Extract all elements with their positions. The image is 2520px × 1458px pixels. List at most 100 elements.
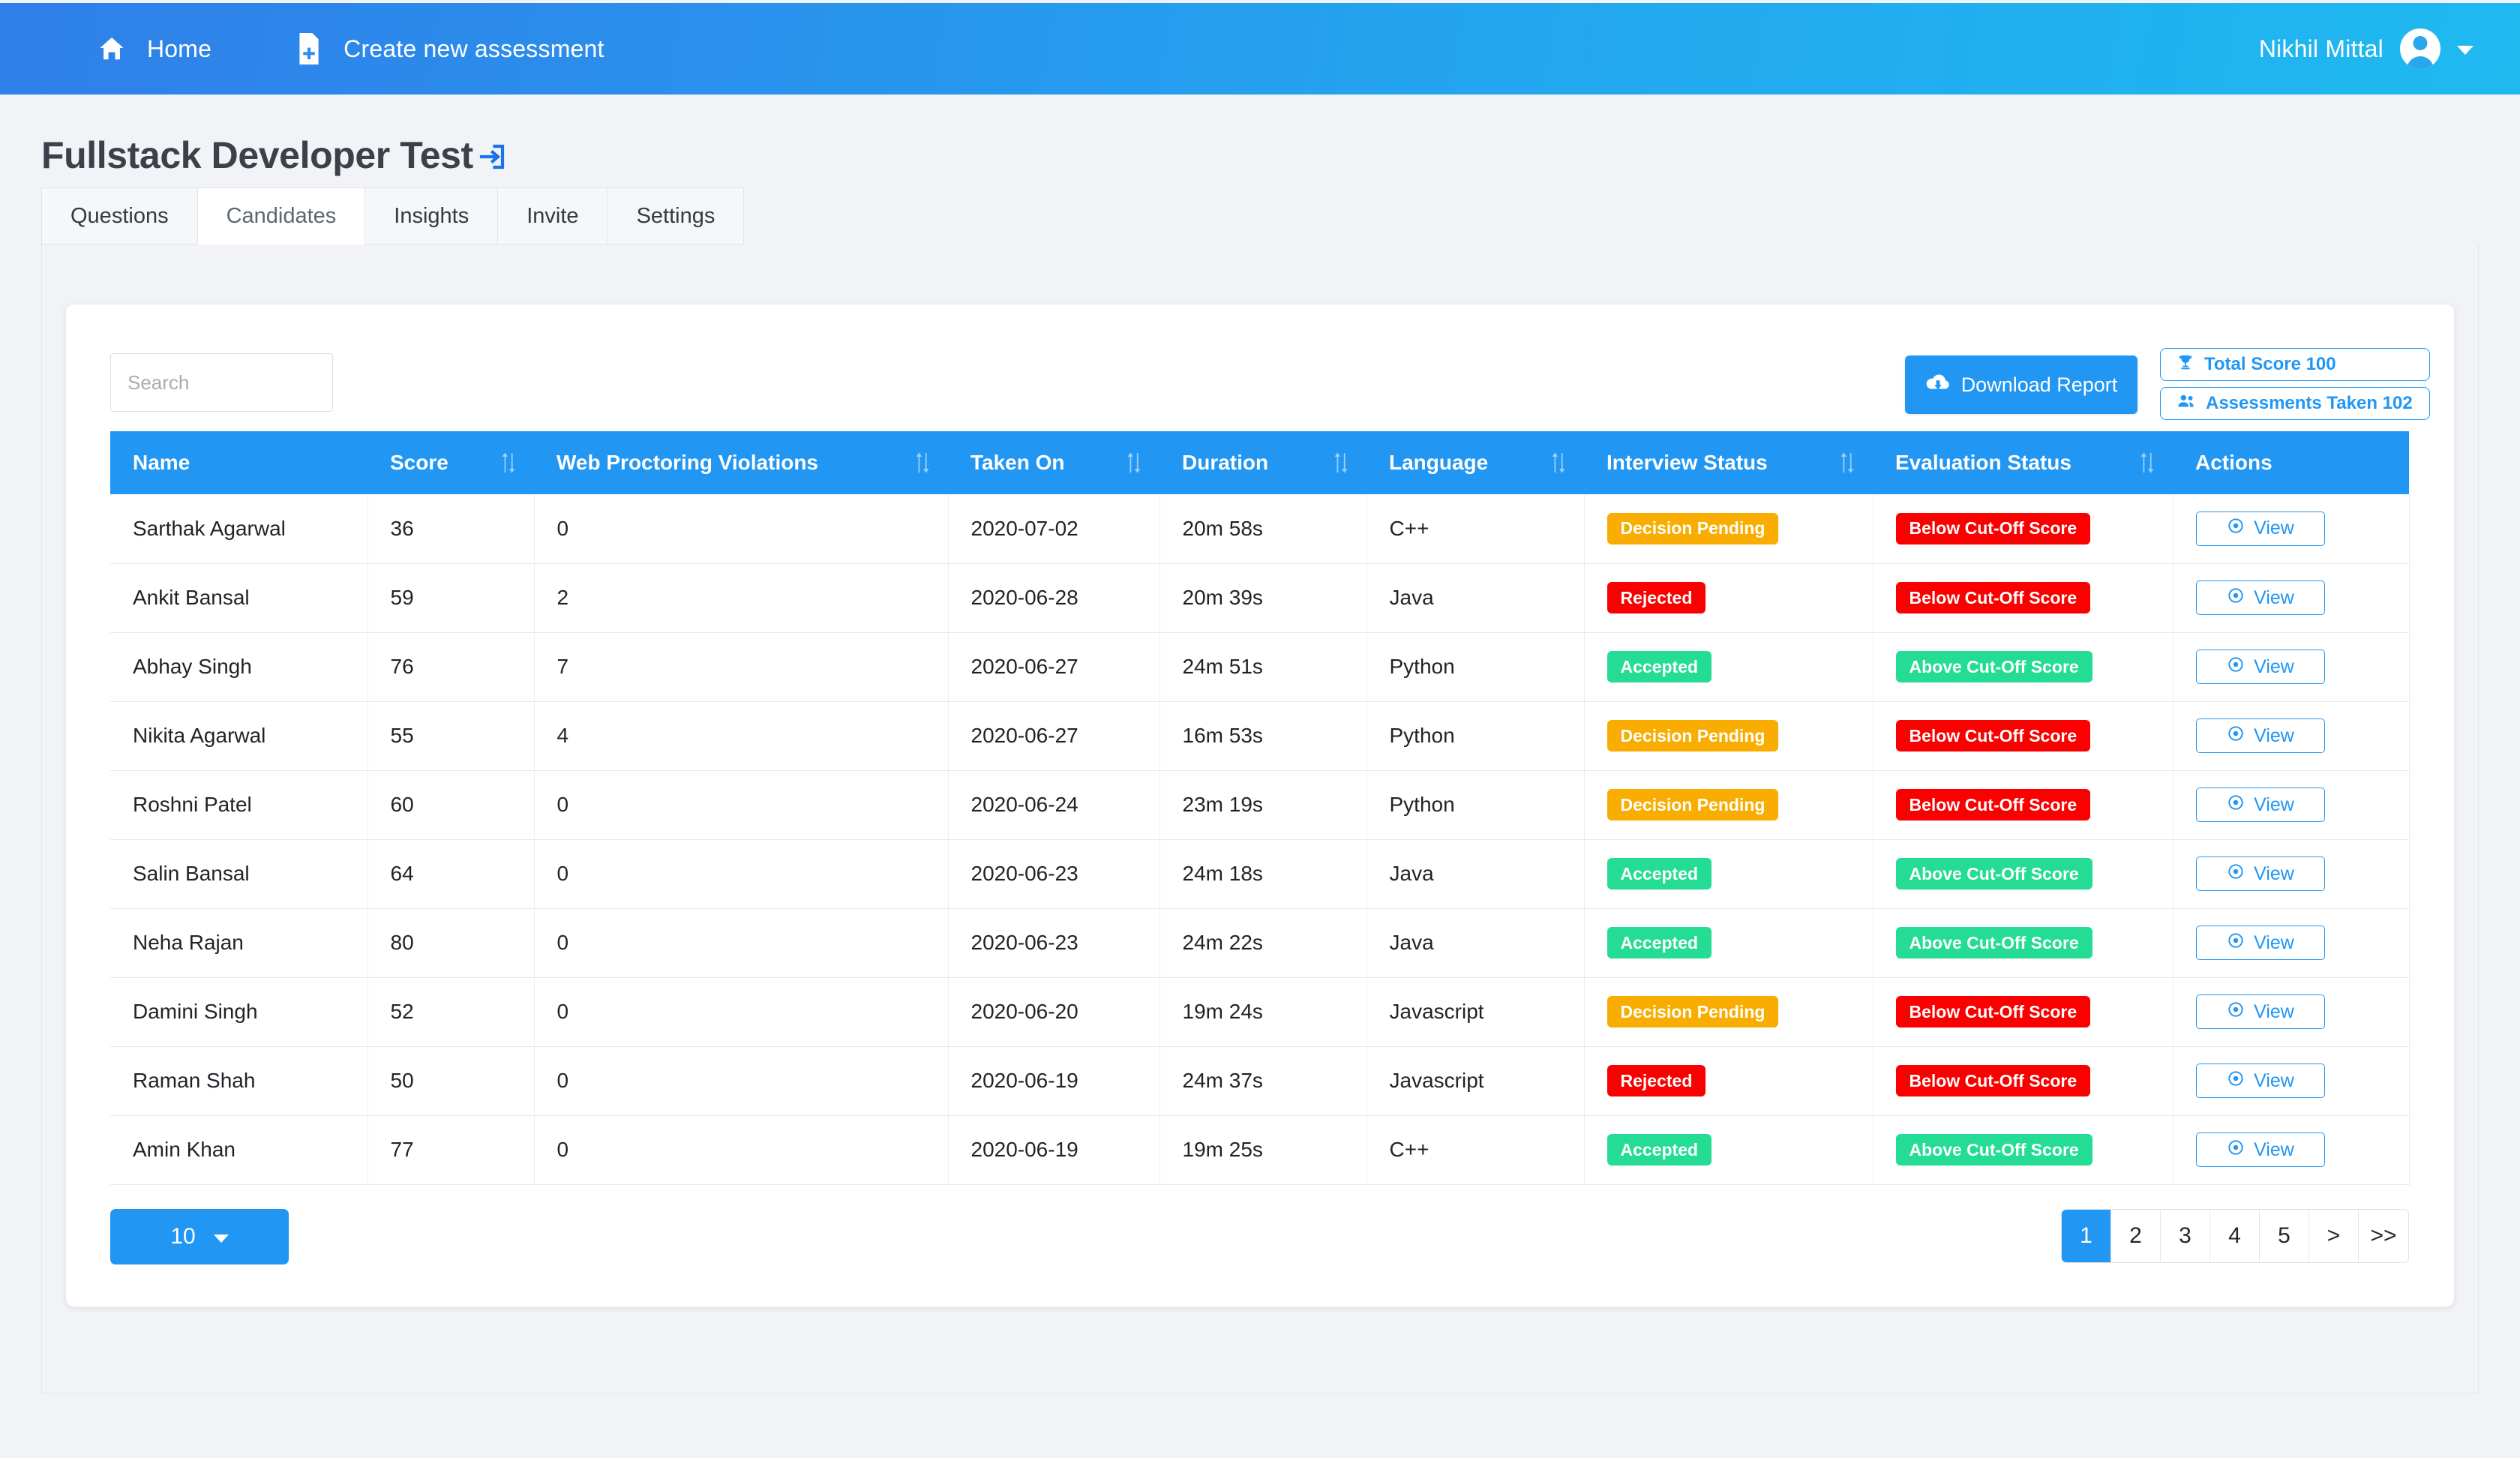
cell-evaluation-status: Above Cut-Off Score [1873, 839, 2174, 909]
avatar[interactable] [2400, 28, 2440, 69]
column-header-score[interactable]: Score [368, 431, 534, 494]
view-button-label: View [2254, 586, 2294, 608]
open-assessment-icon[interactable] [476, 141, 508, 172]
pagination-page-3[interactable]: 3 [2161, 1210, 2210, 1262]
pagination-page-4[interactable]: 4 [2210, 1210, 2260, 1262]
table-row: Sarthak Agarwal 36 0 2020-07-02 20m 58s C++ De… [110, 494, 2410, 564]
column-header-interview-status-label: Interview Status [1606, 451, 1768, 474]
new-document-plus-icon [296, 33, 322, 64]
table-row: Nikita Agarwal 55 4 2020-06-27 16m 53s Python… [110, 701, 2410, 771]
column-header-interview-status[interactable]: Interview Status [1584, 431, 1873, 494]
column-header-violations[interactable]: Web Proctoring Violations [534, 431, 948, 494]
cell-evaluation-status: Below Cut-Off Score [1873, 494, 2174, 564]
column-header-taken-on[interactable]: Taken On [948, 431, 1160, 494]
column-header-evaluation-status-label: Evaluation Status [1895, 451, 2072, 474]
view-button[interactable]: View [2195, 926, 2325, 960]
view-button-label: View [2254, 862, 2294, 884]
column-header-language[interactable]: Language [1366, 431, 1584, 494]
nav-item-create-assessment[interactable]: Create new assessment [296, 33, 604, 64]
view-button[interactable]: View [2195, 788, 2325, 822]
tab-settings[interactable]: Settings [607, 188, 745, 244]
top-navigation-bar: Home Create new assessment Nikhil Mittal [0, 3, 2520, 94]
nav-item-home[interactable]: Home [98, 34, 212, 63]
cell-duration: 20m 58s [1160, 494, 1367, 564]
tab-insights[interactable]: Insights [364, 188, 499, 244]
view-button[interactable]: View [2195, 1064, 2325, 1098]
column-header-duration[interactable]: Duration [1160, 431, 1366, 494]
status-badge: Below Cut-Off Score [1895, 996, 2091, 1028]
pagination-page-2[interactable]: 2 [2111, 1210, 2161, 1262]
cell-taken-on: 2020-06-27 [948, 701, 1160, 771]
cell-taken-on: 2020-07-02 [948, 494, 1160, 564]
status-badge: Above Cut-Off Score [1895, 927, 2092, 958]
eye-icon [2226, 724, 2246, 748]
sort-icon-duration[interactable] [1334, 452, 1348, 474]
user-name-label: Nikhil Mittal [2258, 34, 2384, 62]
cell-actions: View [2173, 563, 2410, 633]
column-header-language-label: Language [1389, 451, 1489, 474]
tab-questions[interactable]: Questions [41, 188, 198, 244]
view-button[interactable]: View [2195, 994, 2325, 1029]
total-score-chip[interactable]: Total Score 100 [2160, 348, 2430, 381]
cell-evaluation-status: Below Cut-Off Score [1873, 770, 2174, 840]
status-badge: Below Cut-Off Score [1895, 789, 2091, 820]
user-menu[interactable]: Nikhil Mittal [2259, 28, 2520, 69]
column-header-duration-label: Duration [1182, 451, 1269, 474]
cell-name: Roshni Patel [110, 770, 368, 840]
cell-actions: View [2173, 908, 2410, 978]
cell-language: Java [1366, 839, 1585, 909]
view-button-label: View [2254, 518, 2294, 539]
pagination-page-1[interactable]: 1 [2062, 1210, 2111, 1262]
candidates-table: Name Score Web Proctoring Violations Tak… [110, 431, 2410, 1185]
sort-icon-violations[interactable] [915, 452, 930, 474]
cell-interview-status: Decision Pending [1584, 494, 1874, 564]
cell-actions: View [2173, 1115, 2410, 1185]
column-header-name[interactable]: Name [110, 431, 368, 494]
cell-actions: View [2173, 632, 2410, 702]
cell-interview-status: Accepted [1584, 1115, 1874, 1185]
sort-icon-language[interactable] [1551, 452, 1566, 474]
status-badge: Accepted [1606, 927, 1712, 958]
sort-icon-interview-status[interactable] [1840, 452, 1855, 474]
pagination-page-5[interactable]: 5 [2260, 1210, 2309, 1262]
cell-duration: 19m 25s [1160, 1115, 1367, 1185]
table-row: Raman Shah 50 0 2020-06-19 24m 37s Javascript… [110, 1046, 2410, 1116]
cell-name: Amin Khan [110, 1115, 368, 1185]
view-button[interactable]: View [2195, 511, 2325, 546]
assessments-taken-chip[interactable]: Assessments Taken 102 [2160, 387, 2430, 420]
tab-candidates[interactable]: Candidates [196, 188, 366, 244]
pagination-page-nextnext[interactable]: >> [2359, 1210, 2408, 1262]
view-button-label: View [2254, 1138, 2294, 1160]
view-button[interactable]: View [2195, 1132, 2325, 1167]
table-row: Salin Bansal 64 0 2020-06-23 24m 18s Java Acce… [110, 839, 2410, 909]
cell-evaluation-status: Below Cut-Off Score [1873, 563, 2174, 633]
pagination-page-next[interactable]: > [2309, 1210, 2359, 1262]
tab-insights-label: Insights [394, 203, 470, 228]
view-button[interactable]: View [2195, 650, 2325, 684]
cell-violations: 0 [534, 1046, 949, 1116]
cell-actions: View [2173, 977, 2410, 1047]
chevron-down-icon[interactable] [2457, 46, 2474, 55]
download-report-button[interactable]: Download Report [1905, 356, 2138, 414]
eye-icon [2226, 655, 2246, 680]
cell-evaluation-status: Above Cut-Off Score [1873, 632, 2174, 702]
sort-icon-score[interactable] [501, 452, 516, 474]
cell-language: Python [1366, 770, 1585, 840]
page-size-selector[interactable]: 10 [110, 1209, 289, 1264]
table-row: Amin Khan 77 0 2020-06-19 19m 25s C++ Accepted… [110, 1115, 2410, 1185]
sort-icon-evaluation-status[interactable] [2140, 452, 2155, 474]
status-badge: Rejected [1606, 1065, 1706, 1096]
view-button-label: View [2254, 932, 2294, 953]
view-button[interactable]: View [2195, 718, 2325, 753]
cell-language: Java [1366, 908, 1585, 978]
nav-item-create-assessment-label: Create new assessment [344, 34, 604, 62]
cell-violations: 0 [534, 908, 949, 978]
column-header-evaluation-status[interactable]: Evaluation Status [1873, 431, 2173, 494]
sort-icon-taken-on[interactable] [1126, 452, 1142, 474]
page-header: Fullstack Developer Test [41, 134, 508, 177]
tab-invite[interactable]: Invite [497, 188, 608, 244]
table-row: Damini Singh 52 0 2020-06-20 19m 24s Javascri… [110, 977, 2410, 1047]
view-button[interactable]: View [2195, 580, 2325, 615]
search-input[interactable] [110, 353, 333, 412]
view-button[interactable]: View [2195, 856, 2325, 891]
